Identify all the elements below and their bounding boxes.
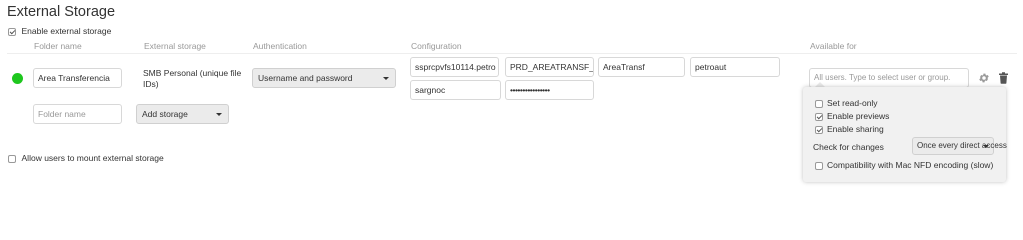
authentication-select-value: Username and password: [258, 73, 353, 83]
enable-sharing-checkbox[interactable]: [815, 125, 823, 134]
enable-external-storage-checkbox[interactable]: [8, 27, 16, 36]
column-header-available-for: Available for: [810, 41, 857, 51]
available-for-input[interactable]: All users. Type to select user or group.: [809, 68, 969, 88]
status-indicator: [12, 73, 23, 84]
trash-icon[interactable]: [998, 72, 1009, 84]
column-header-external-storage: External storage: [144, 41, 206, 51]
enable-previews-checkbox[interactable]: [815, 112, 823, 121]
config-domain-input[interactable]: petroaut: [690, 57, 780, 77]
gear-icon[interactable]: [978, 72, 990, 84]
column-header-authentication: Authentication: [253, 41, 307, 51]
authentication-select[interactable]: Username and password: [252, 68, 396, 88]
folder-name-input[interactable]: Area Transferencia: [33, 68, 122, 88]
mac-nfd-label: Compatibility with Mac NFD encoding (slo…: [827, 160, 994, 170]
config-user-input[interactable]: sargnoc: [410, 80, 501, 100]
config-host-input[interactable]: ssprcpvfs10114.petro: [410, 57, 499, 77]
allow-users-mount[interactable]: Allow users to mount external storage: [8, 153, 164, 163]
column-header-configuration: Configuration: [411, 41, 462, 51]
enable-sharing-label: Enable sharing: [827, 124, 884, 134]
mac-nfd-checkbox[interactable]: [815, 161, 823, 170]
option-mac-nfd[interactable]: Compatibility with Mac NFD encoding (slo…: [815, 160, 993, 170]
header-divider: [7, 53, 1017, 54]
chevron-down-icon: [216, 113, 222, 116]
config-password-input[interactable]: ••••••••••••••••: [505, 80, 594, 100]
check-for-changes-label: Check for changes: [813, 142, 884, 152]
page-title: External Storage: [7, 4, 116, 20]
add-storage-label: Add storage: [142, 109, 188, 119]
external-storage-type: SMB Personal (unique file IDs): [143, 68, 242, 89]
chevron-down-icon: [383, 77, 389, 80]
allow-users-mount-checkbox[interactable]: [8, 154, 16, 163]
config-share-input[interactable]: PRD_AREATRANSF_00: [505, 57, 594, 77]
add-storage-select[interactable]: Add storage: [136, 104, 229, 124]
enable-external-storage-label: Enable external storage: [21, 26, 112, 36]
read-only-label: Set read-only: [827, 98, 878, 108]
option-enable-previews[interactable]: Enable previews: [815, 111, 889, 121]
enable-previews-label: Enable previews: [827, 111, 890, 121]
allow-users-mount-label: Allow users to mount external storage: [21, 153, 164, 163]
config-remote-subfolder-input[interactable]: AreaTransf: [598, 57, 685, 77]
enable-external-storage[interactable]: Enable external storage: [8, 26, 111, 36]
read-only-checkbox[interactable]: [815, 99, 823, 108]
check-for-changes-select[interactable]: Once every direct access: [912, 137, 1007, 155]
column-header-folder-name: Folder name: [34, 41, 82, 51]
option-enable-sharing[interactable]: Enable sharing: [815, 124, 884, 134]
check-for-changes-value: Once every direct access: [917, 141, 1007, 150]
new-folder-name-input[interactable]: Folder name: [33, 104, 122, 124]
option-read-only[interactable]: Set read-only: [815, 98, 878, 108]
chevron-down-icon: [983, 145, 989, 148]
